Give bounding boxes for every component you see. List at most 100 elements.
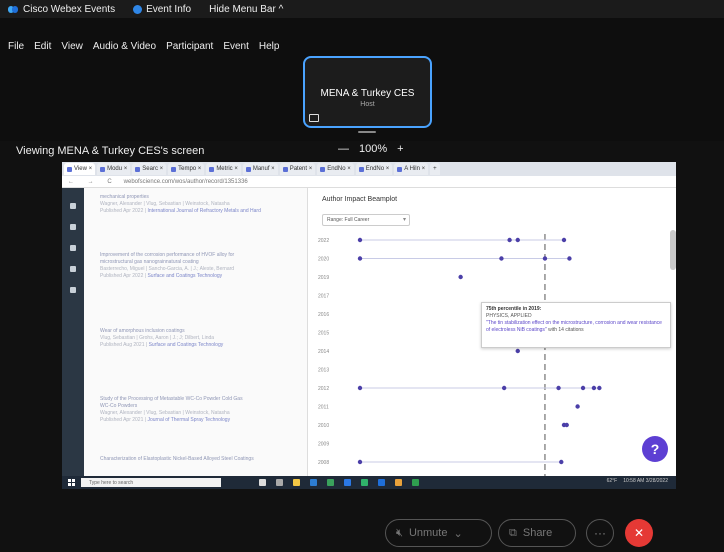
- data-point[interactable]: [499, 256, 504, 261]
- clock-icon[interactable]: [70, 245, 76, 251]
- windows-start-icon[interactable]: [68, 479, 75, 486]
- zoom-level: 100%: [359, 143, 388, 155]
- host-role: Host: [360, 101, 375, 108]
- menu-icon[interactable]: [70, 203, 76, 209]
- list-item[interactable]: Wear of amorphous inclusion coatings Vlu…: [100, 328, 300, 349]
- menu-event[interactable]: Event: [223, 41, 249, 52]
- favicon-icon: [397, 166, 403, 172]
- zoom-controls: — 100% +: [338, 143, 404, 155]
- data-point[interactable]: [507, 237, 512, 243]
- browser-tab[interactable]: Patent ×: [279, 163, 316, 175]
- menu-edit[interactable]: Edit: [34, 41, 51, 52]
- favicon-icon: [320, 166, 326, 172]
- data-point[interactable]: [559, 459, 564, 465]
- excel-icon[interactable]: [327, 479, 334, 486]
- browser-tab[interactable]: View ×: [64, 163, 96, 175]
- y-tick-label: 2012: [318, 386, 329, 392]
- favicon-icon: [67, 166, 72, 172]
- browser-tab[interactable]: Manuf ×: [242, 163, 278, 175]
- user-icon[interactable]: [70, 266, 76, 272]
- meeting-controls-bar: [0, 512, 724, 552]
- data-point[interactable]: [357, 256, 363, 261]
- y-tick-label: 2013: [318, 368, 329, 374]
- chart-tooltip: 75th percentile in 2019: PHYSICS, APPLIE…: [481, 302, 671, 348]
- list-item[interactable]: Improvement of the corrosion performance…: [100, 252, 300, 280]
- data-point[interactable]: [580, 385, 586, 391]
- browser-tab[interactable]: EndNo ×: [355, 163, 393, 175]
- favicon-icon: [358, 166, 364, 172]
- leave-button[interactable]: ✕: [625, 519, 653, 547]
- favicon-icon: [209, 166, 215, 172]
- publication-list: mechanical properties Wagner, Alexander …: [84, 188, 307, 476]
- widgets-icon[interactable]: [276, 479, 283, 486]
- range-select[interactable]: Range: Full Career: [322, 214, 410, 226]
- beamplot-panel: Author Impact Beamplot Range: Full Caree…: [307, 188, 676, 484]
- zoom-out-button[interactable]: —: [338, 143, 349, 155]
- favicon-icon: [135, 166, 141, 172]
- favicon-icon: [100, 166, 106, 172]
- browser-tab[interactable]: Metric ×: [206, 163, 241, 175]
- outlook-icon[interactable]: [378, 479, 385, 486]
- new-tab-button[interactable]: +: [430, 163, 440, 175]
- webex-title-bar: Cisco Webex Events Event Info Hide Menu …: [0, 0, 724, 18]
- browser-tab[interactable]: EndNo ×: [317, 163, 354, 175]
- browser-nav-buttons[interactable]: ← → C: [68, 179, 118, 185]
- list-icon[interactable]: [70, 224, 76, 230]
- data-point[interactable]: [357, 459, 363, 465]
- data-point[interactable]: [564, 422, 569, 428]
- data-point[interactable]: [556, 385, 561, 391]
- webex-icon[interactable]: [412, 479, 419, 486]
- data-point[interactable]: [515, 237, 520, 243]
- data-point[interactable]: [357, 385, 363, 391]
- screen-share-icon: [309, 114, 319, 122]
- bell-icon[interactable]: [70, 287, 76, 293]
- edge-icon[interactable]: [344, 479, 351, 486]
- share-button[interactable]: ⧉ Share: [498, 519, 576, 547]
- data-point[interactable]: [542, 256, 548, 261]
- windows-taskbar: Type here to search 62°F 10:58 AM 3/28/2…: [62, 476, 676, 489]
- browser-tab[interactable]: A Hiln ×: [394, 163, 429, 175]
- menu-view[interactable]: View: [61, 41, 83, 52]
- data-point[interactable]: [357, 237, 363, 243]
- menu-file[interactable]: File: [8, 41, 24, 52]
- data-point[interactable]: [561, 237, 567, 243]
- menu-audio-video[interactable]: Audio & Video: [93, 41, 156, 52]
- weather[interactable]: 62°F: [607, 478, 618, 484]
- data-point[interactable]: [575, 404, 580, 409]
- taskbar-search-input[interactable]: Type here to search: [81, 478, 221, 487]
- task-view-icon[interactable]: [259, 479, 266, 486]
- chrome-icon[interactable]: [361, 479, 368, 486]
- host-video-tile[interactable]: MENA & Turkey CES Host: [303, 56, 432, 128]
- more-options-button[interactable]: ···: [586, 519, 614, 547]
- file-explorer-icon[interactable]: [293, 479, 300, 486]
- browser-tab[interactable]: Searc ×: [132, 163, 167, 175]
- clock[interactable]: 10:58 AM 3/28/2022: [623, 478, 668, 484]
- webex-logo-icon: [8, 5, 19, 14]
- list-item[interactable]: mechanical properties Wagner, Alexander …: [100, 194, 300, 215]
- panel-scrollbar[interactable]: [670, 230, 676, 270]
- app-icon[interactable]: [395, 479, 402, 486]
- browser-tab[interactable]: Tempo ×: [168, 163, 205, 175]
- data-point[interactable]: [515, 348, 520, 354]
- store-icon[interactable]: [310, 479, 317, 486]
- list-item[interactable]: Study of the Processing of Metastable WC…: [100, 396, 300, 424]
- menu-help[interactable]: Help: [259, 41, 280, 52]
- unmute-button[interactable]: 🔇︎ Unmute ⌄: [385, 519, 492, 547]
- zoom-in-button[interactable]: +: [397, 143, 403, 155]
- data-point[interactable]: [591, 385, 597, 391]
- url-field[interactable]: webofscience.com/wos/author/record/13513…: [124, 179, 248, 185]
- data-point[interactable]: [458, 274, 463, 280]
- event-info-button[interactable]: Event Info: [133, 4, 191, 15]
- y-tick-label: 2022: [318, 238, 329, 244]
- mic-muted-icon: 🔇︎: [396, 526, 403, 539]
- data-point[interactable]: [597, 385, 602, 391]
- data-point[interactable]: [567, 256, 572, 261]
- hide-menu-bar-button[interactable]: Hide Menu Bar ^: [209, 4, 283, 15]
- help-button[interactable]: ?: [642, 436, 668, 462]
- list-item[interactable]: Characterization of Elastoplastic Nickel…: [100, 456, 300, 463]
- resize-handle[interactable]: [358, 131, 376, 133]
- data-point[interactable]: [501, 385, 507, 391]
- browser-tab[interactable]: Modu ×: [97, 163, 131, 175]
- menu-participant[interactable]: Participant: [166, 41, 213, 52]
- favicon-icon: [245, 166, 251, 172]
